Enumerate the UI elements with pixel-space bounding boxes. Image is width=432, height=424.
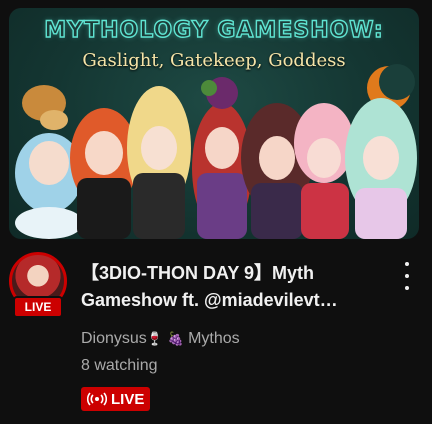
- broadcast-icon: [87, 392, 107, 406]
- wine-emoji: 🍷: [146, 331, 163, 346]
- avatar-live-badge: LIVE: [13, 296, 63, 318]
- channel-name: Dionysus: [81, 330, 147, 347]
- live-badge: LIVE: [81, 387, 151, 411]
- video-title-line1: 【3DIO-THON DAY 9】Myth: [81, 263, 315, 283]
- channel-name-link[interactable]: Dionysus🍷 🍇 Mythos: [81, 330, 240, 348]
- grapes-emoji: 🍇: [167, 331, 184, 346]
- watching-count: 8 watching: [81, 357, 158, 374]
- thumbnail-title: MYTHOLOGY GAMESHOW:: [44, 17, 384, 43]
- more-vert-icon[interactable]: [396, 262, 418, 290]
- channel-group: Mythos: [188, 330, 240, 347]
- live-badge-label: LIVE: [111, 390, 145, 408]
- video-title[interactable]: 【3DIO-THON DAY 9】Myth Gameshow ft. @miad…: [81, 260, 381, 314]
- video-thumbnail[interactable]: MYTHOLOGY GAMESHOW: Gaslight, Gatekeep, …: [9, 8, 419, 239]
- thumbnail-subtitle: Gaslight, Gatekeep, Goddess: [82, 50, 346, 71]
- video-title-line2: Gameshow ft. @miadevilevt…: [81, 290, 338, 310]
